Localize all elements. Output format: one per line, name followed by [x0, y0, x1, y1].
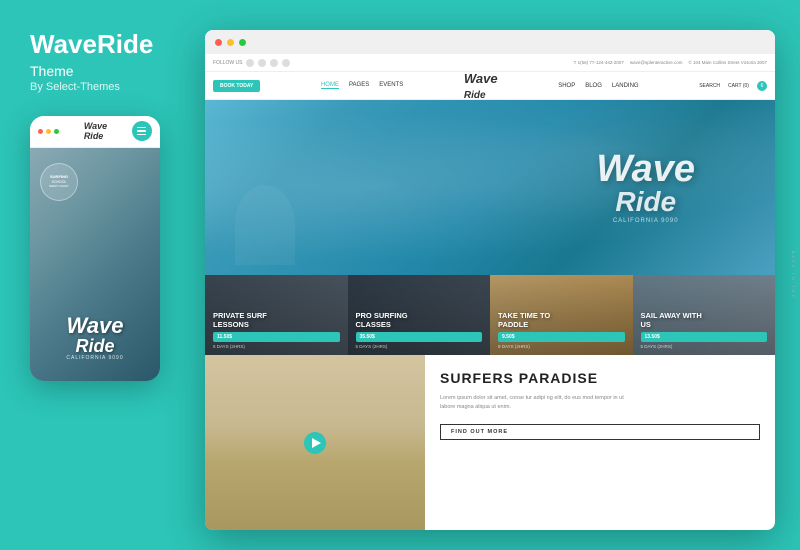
- mobile-badge: SURFING SCHOOL WEST COAST: [40, 163, 78, 201]
- play-button[interactable]: [304, 432, 326, 454]
- site-topbar: FOLLOW US T 1(56) 77-124-442-2007 wave@s…: [205, 54, 775, 72]
- site-nav-right: SEARCH CART (0) 6: [699, 81, 767, 91]
- play-icon: [312, 438, 321, 448]
- activity-card-1[interactable]: PRIVATE SURFLESSONS 11.50$ 5 DAYS (2HRS): [205, 275, 348, 355]
- mobile-content: SURFING SCHOOL WEST COAST Wave Ride CALI…: [30, 148, 160, 381]
- nav-pages[interactable]: PAGES: [349, 82, 369, 89]
- find-out-button[interactable]: FIND OUT MORE: [440, 424, 760, 440]
- card-price-3: 9.50$: [498, 332, 625, 342]
- browser-close[interactable]: [215, 39, 222, 46]
- card-title-3: TAKE TIME TOPADDLE: [498, 311, 625, 329]
- site-bottom-left: [205, 355, 425, 530]
- activity-card-4[interactable]: SAIL AWAY WITHUS 13.50$ 5 DAYS (2HRS): [633, 275, 776, 355]
- topbar-left: FOLLOW US: [213, 59, 290, 67]
- nav-home[interactable]: HOME: [321, 82, 339, 89]
- card-content-3: TAKE TIME TOPADDLE 9.50$ 9 DAYS (2HRS): [490, 275, 633, 355]
- card-content-1: PRIVATE SURFLESSONS 11.50$ 5 DAYS (2HRS): [205, 275, 348, 355]
- social-icon-2[interactable]: [258, 59, 266, 67]
- mobile-wave-logo: Wave Ride CALIFORNIA 9090: [66, 315, 123, 361]
- browser-toolbar: [205, 30, 775, 54]
- site-bottom-right: SURFERS PARADISE Lorem ipsum dolor sit a…: [425, 355, 775, 530]
- social-icon-3[interactable]: [270, 59, 278, 67]
- topbar-right: T 1(56) 77-124-442-2007 wave@splenteract…: [574, 60, 767, 65]
- card-price-4: 13.50$: [641, 332, 768, 342]
- search-link[interactable]: SEARCH: [699, 83, 720, 89]
- card-content-2: PRO SURFINGCLASSES 35.50$ 5 DAYS (2HRS): [348, 275, 491, 355]
- brand-title: WaveRide: [30, 30, 153, 59]
- social-icon-1[interactable]: [246, 59, 254, 67]
- card-title-1: PRIVATE SURFLESSONS: [213, 311, 340, 329]
- browser-mockup: FOLLOW US T 1(56) 77-124-442-2007 wave@s…: [205, 30, 775, 530]
- activity-card-3[interactable]: TAKE TIME TOPADDLE 9.50$ 9 DAYS (2HRS): [490, 275, 633, 355]
- mobile-dots: [38, 129, 59, 134]
- site-navbar: BOOK TODAY HOME PAGES EVENTS WaveRide SH…: [205, 72, 775, 100]
- card-title-2: PRO SURFINGCLASSES: [356, 311, 483, 329]
- card-price-1: 11.50$: [213, 332, 340, 342]
- website-content: FOLLOW US T 1(56) 77-124-442-2007 wave@s…: [205, 54, 775, 530]
- topbar-address: © 104 Main Collins Street Victoria 3007: [688, 60, 767, 65]
- hero-logo: Wave Ride CALIFORNIA 9090: [596, 151, 695, 223]
- site-nav-links: HOME PAGES EVENTS: [321, 82, 403, 89]
- nav-shop[interactable]: SHOP: [558, 83, 575, 89]
- hero-wave-text: Wave: [596, 151, 695, 185]
- book-today-button[interactable]: BOOK TODAY: [213, 80, 260, 92]
- card-days-1: 5 DAYS (2HRS): [213, 344, 340, 349]
- mobile-mockup: WaveRide SURFING SCHOOL WEST COAST Wave …: [30, 116, 160, 381]
- card-days-3: 9 DAYS (2HRS): [498, 344, 625, 349]
- surfers-title: SURFERS PARADISE: [440, 370, 760, 386]
- nav-landing[interactable]: LANDING: [612, 83, 639, 89]
- mobile-dot-red: [38, 129, 43, 134]
- mobile-wave-sub: CALIFORNIA 9090: [66, 355, 123, 361]
- bottom-image-bg: [205, 355, 425, 530]
- cart-link[interactable]: CART (0): [728, 83, 749, 89]
- menu-line: [137, 127, 146, 129]
- card-content-4: SAIL AWAY WITHUS 13.50$ 5 DAYS (2HRS): [633, 275, 776, 355]
- menu-line: [137, 134, 146, 136]
- browser-maximize[interactable]: [239, 39, 246, 46]
- hero-bg: Wave Ride CALIFORNIA 9090: [205, 100, 775, 275]
- nav-blog[interactable]: BLOG: [585, 83, 602, 89]
- brand-byline: By Select-Themes: [30, 81, 120, 93]
- site-logo: WaveRide: [464, 71, 498, 101]
- card-days-2: 5 DAYS (2HRS): [356, 344, 483, 349]
- follow-us-label: FOLLOW US: [213, 60, 242, 66]
- activity-card-2[interactable]: PRO SURFINGCLASSES 35.50$ 5 DAYS (2HRS): [348, 275, 491, 355]
- mobile-wave-big: Wave: [66, 315, 123, 337]
- left-panel: WaveRide Theme By Select-Themes WaveRide: [30, 30, 185, 530]
- mobile-ride-text: Ride: [66, 337, 123, 355]
- mobile-top-bar: WaveRide: [30, 116, 160, 148]
- mobile-dot-green: [54, 129, 59, 134]
- hero-california: CALIFORNIA 9090: [596, 218, 695, 224]
- cart-badge: 6: [757, 81, 767, 91]
- site-hero: Wave Ride CALIFORNIA 9090: [205, 100, 775, 275]
- menu-line: [137, 130, 146, 132]
- site-nav-links-right: SHOP BLOG LANDING: [558, 83, 638, 89]
- mobile-dot-yellow: [46, 129, 51, 134]
- outer-container: WaveRide Theme By Select-Themes WaveRide: [0, 0, 800, 550]
- card-title-4: SAIL AWAY WITHUS: [641, 311, 768, 329]
- card-price-2: 35.50$: [356, 332, 483, 342]
- hero-ride-text: Ride: [596, 186, 695, 218]
- mobile-logo: WaveRide: [84, 121, 107, 141]
- brand-subtitle: Theme: [30, 63, 74, 79]
- site-bottom: SURFERS PARADISE Lorem ipsum dolor sit a…: [205, 355, 775, 530]
- browser-minimize[interactable]: [227, 39, 234, 46]
- surfers-text: Lorem ipsum dolor sit amet, conse tur ad…: [440, 394, 640, 412]
- social-icon-4[interactable]: [282, 59, 290, 67]
- wave-shape: [235, 185, 295, 265]
- card-days-4: 5 DAYS (2HRS): [641, 344, 768, 349]
- topbar-email: wave@splenteractive.com: [630, 60, 683, 65]
- topbar-phone: T 1(56) 77-124-442-2007: [574, 60, 624, 65]
- activities-row: PRIVATE SURFLESSONS 11.50$ 5 DAYS (2HRS)…: [205, 275, 775, 355]
- nav-events[interactable]: EVENTS: [379, 82, 403, 89]
- mobile-menu-icon[interactable]: [132, 121, 152, 141]
